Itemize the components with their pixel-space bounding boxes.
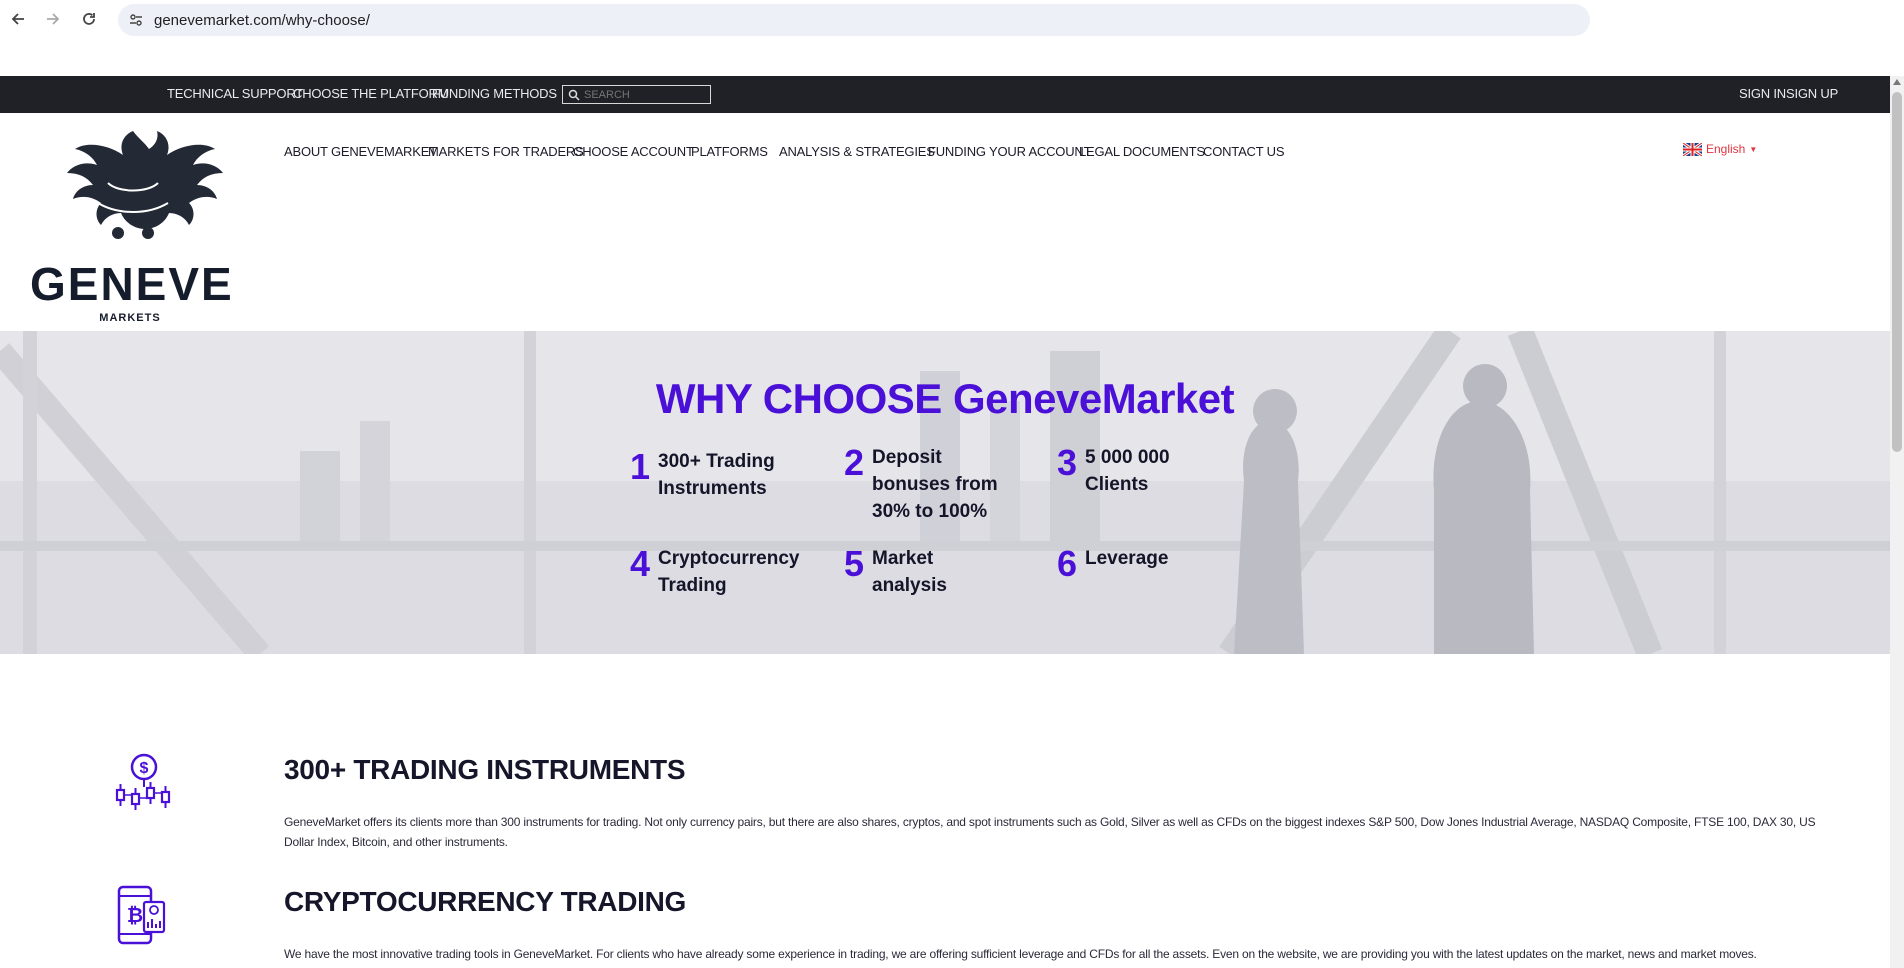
page-scrollbar[interactable] <box>1890 76 1904 968</box>
phoenix-logo-icon <box>67 131 223 239</box>
section-body: GeneveMarket offers its clients more tha… <box>284 815 1816 849</box>
nav-choose-account[interactable]: CHOOSE ACCOUNT <box>573 144 694 159</box>
feature-item: 4 Cryptocurrency Trading <box>630 545 800 599</box>
nav-platforms[interactable]: PLATFORMS <box>691 144 768 159</box>
search-box[interactable] <box>562 85 711 104</box>
reload-icon[interactable] <box>77 7 101 31</box>
feature-number: 1 <box>630 446 651 487</box>
sign-up-link[interactable]: SIGN UP <box>1786 86 1838 101</box>
hero-banner: WHY CHOOSE GeneveMarket 1 300+ Trading I… <box>0 331 1890 654</box>
technical-support-link[interactable]: TECHNICAL SUPPORT <box>167 86 303 101</box>
choose-platform-link[interactable]: CHOOSE THE PLATFORM <box>293 86 449 101</box>
feature-number: 4 <box>630 543 651 584</box>
search-icon <box>568 89 580 101</box>
section-body: We have the most innovative trading tool… <box>284 947 1757 961</box>
feature-item: 1 300+ Trading Instruments <box>630 448 775 502</box>
site-logo[interactable]: GENEVE MARKETS <box>28 123 238 328</box>
feature-line: Leverage <box>1085 548 1169 569</box>
svg-text:$: $ <box>140 760 149 777</box>
browser-toolbar: genevemarket.com/why-choose/ <box>0 0 1904 40</box>
section-title: 300+ TRADING INSTRUMENTS <box>284 754 686 785</box>
hero-title: WHY CHOOSE GeneveMarket <box>655 375 1235 422</box>
nav-markets[interactable]: MARKETS FOR TRADERS <box>428 144 584 159</box>
feature-line: Deposit <box>872 447 942 468</box>
funding-methods-link[interactable]: FUNDING METHODS <box>432 86 557 101</box>
trading-instruments-icon: $ <box>115 753 171 810</box>
feature-item: 5 Market analysis <box>844 545 947 599</box>
feature-item: 6 Leverage <box>1057 545 1168 583</box>
language-selector[interactable]: English ▼ <box>1683 142 1757 156</box>
top-utility-bar: TECHNICAL SUPPORT CHOOSE THE PLATFORM FU… <box>0 76 1890 113</box>
site-settings-icon[interactable] <box>126 10 146 30</box>
feature-line: 300+ Trading <box>658 451 775 472</box>
crypto-phone-icon: ₿ <box>117 885 166 945</box>
feature-line: Instruments <box>658 478 767 499</box>
scroll-thumb[interactable] <box>1892 92 1902 452</box>
forward-icon[interactable] <box>41 7 65 31</box>
search-input[interactable] <box>580 88 700 101</box>
site-header: GENEVE MARKETS ABOUT GENEVEMARKET MARKET… <box>0 113 1890 331</box>
nav-analysis[interactable]: ANALYSIS & STRATEGIES <box>779 144 935 159</box>
logo-wordmark: GENEVE <box>30 258 234 310</box>
feature-line: Trading <box>658 575 727 596</box>
nav-about[interactable]: ABOUT GENEVEMARKET <box>284 144 437 159</box>
section-title: CRYPTOCURRENCY TRADING <box>284 886 687 917</box>
logo-subtitle: MARKETS <box>99 312 161 324</box>
feature-line: analysis <box>872 575 947 596</box>
uk-flag-icon <box>1683 142 1702 156</box>
feature-line: bonuses from <box>872 474 998 495</box>
feature-number: 5 <box>844 543 865 584</box>
language-label: English <box>1706 142 1746 156</box>
sign-in-link[interactable]: SIGN IN <box>1739 86 1786 101</box>
feature-item: 3 5 000 000 Clients <box>1057 444 1170 498</box>
nav-funding[interactable]: FUNDING YOUR ACCOUNT <box>928 144 1092 159</box>
url-text[interactable]: genevemarket.com/why-choose/ <box>154 12 370 29</box>
feature-number: 2 <box>844 442 865 483</box>
feature-number: 3 <box>1057 442 1078 483</box>
feature-line: 30% to 100% <box>872 501 988 522</box>
nav-contact[interactable]: CONTACT US <box>1203 144 1285 159</box>
feature-number: 6 <box>1057 543 1078 584</box>
scroll-up-icon[interactable] <box>1893 79 1901 85</box>
feature-line: Cryptocurrency <box>658 548 800 569</box>
caret-down-icon: ▼ <box>1749 144 1758 154</box>
feature-line: Clients <box>1085 474 1149 495</box>
feature-item: 2 Deposit bonuses from 30% to 100% <box>844 444 998 525</box>
nav-legal[interactable]: LEGAL DOCUMENTS <box>1079 144 1205 159</box>
feature-line: 5 000 000 <box>1085 447 1170 468</box>
feature-line: Market <box>872 548 934 569</box>
back-icon[interactable] <box>6 7 30 31</box>
address-bar[interactable]: genevemarket.com/why-choose/ <box>118 4 1590 36</box>
svg-text:₿: ₿ <box>127 905 143 927</box>
